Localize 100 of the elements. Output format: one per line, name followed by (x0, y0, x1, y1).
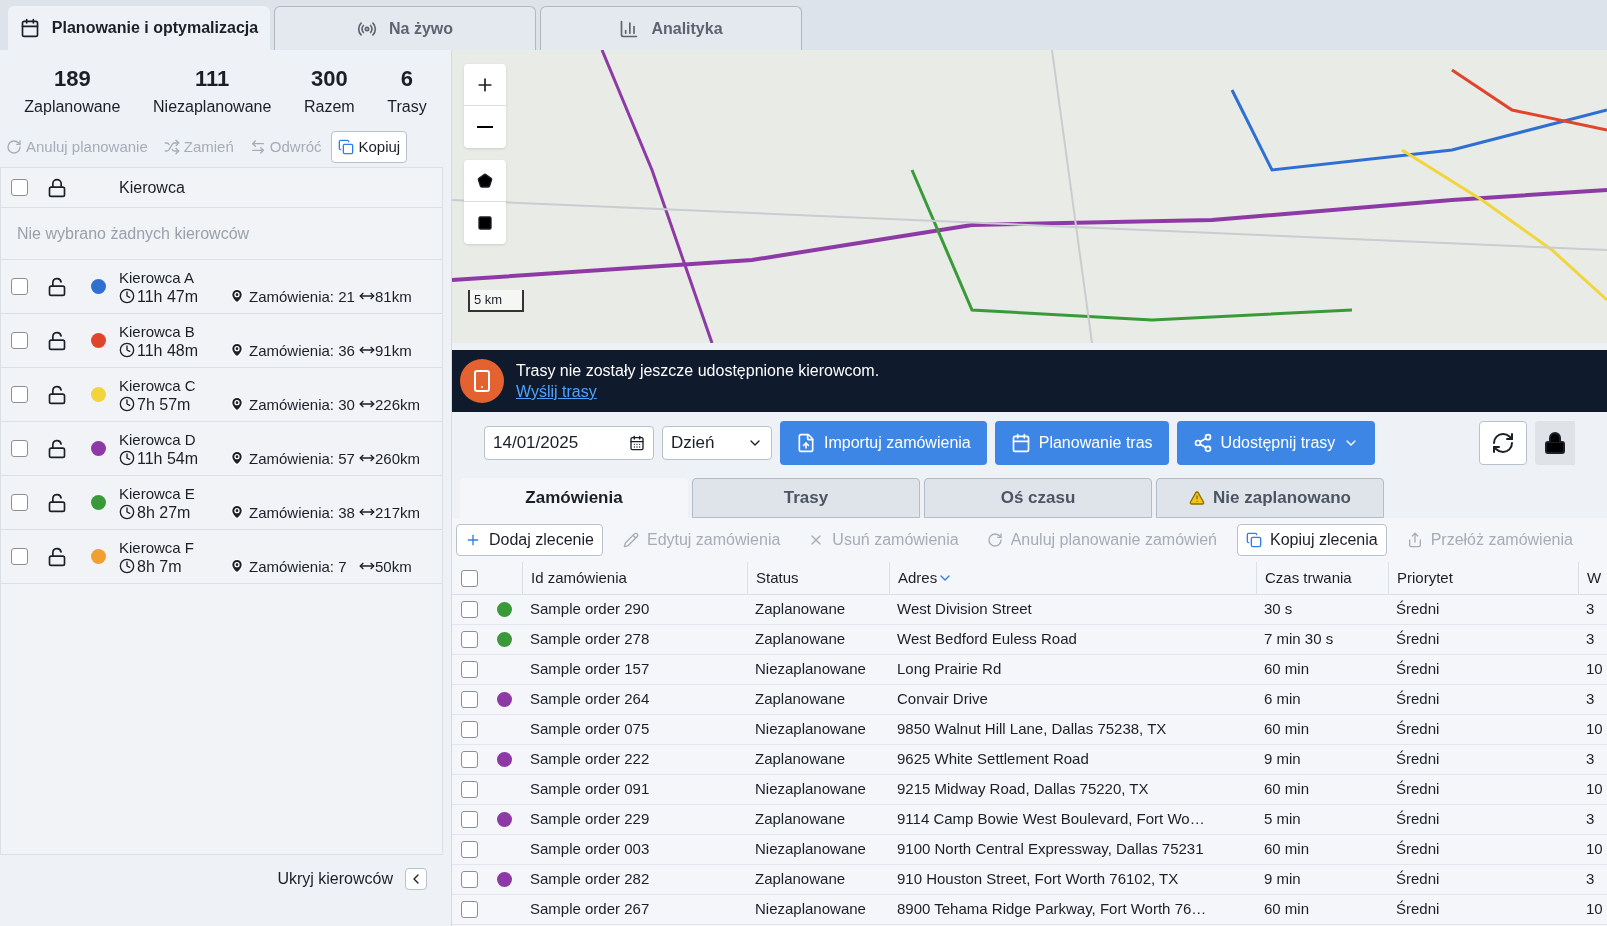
date-field[interactable]: 14/01/2025 (484, 426, 654, 460)
checkbox[interactable] (10, 494, 28, 511)
checkbox[interactable] (460, 601, 478, 618)
refresh-button[interactable] (1479, 421, 1527, 465)
calendar-icon (19, 18, 40, 38)
checkbox[interactable] (10, 386, 28, 403)
unlock-icon[interactable] (47, 546, 67, 567)
top-tab[interactable]: Planowanie i optymalizacja (8, 6, 270, 50)
checkbox[interactable] (10, 179, 28, 196)
table-cell-text: 60 min (1264, 899, 1310, 920)
unlock-icon[interactable] (47, 276, 67, 297)
route-distance: 81km (375, 286, 412, 306)
table-cell-text: 9 min (1264, 749, 1301, 770)
table-cell-text: 9215 Midway Road, Dallas 75220, TX (897, 779, 1149, 800)
unlock-icon[interactable] (47, 330, 67, 351)
unlock-icon[interactable] (47, 438, 67, 459)
minus-icon (477, 126, 493, 128)
stat-label: Trasy (387, 97, 427, 117)
period-select[interactable]: Dzień (662, 426, 772, 460)
table-cell-text: 3 (1586, 689, 1595, 710)
checkbox[interactable] (460, 569, 478, 587)
table-cell-text: 9100 North Central Expressway, Dallas 75231 (897, 839, 1204, 860)
checkbox[interactable] (460, 631, 478, 648)
unlock-icon[interactable] (47, 492, 67, 513)
table-cell-text: West Division Street (897, 599, 1032, 620)
upload-file-icon (796, 433, 816, 453)
top-tab[interactable]: Analityka (540, 6, 802, 50)
checkbox[interactable] (460, 871, 478, 888)
route-time: 11h 47m (137, 286, 200, 306)
checkbox[interactable] (460, 721, 478, 738)
order-action-button[interactable]: Kopiuj zlecenia (1237, 524, 1387, 556)
order-count: Zamówienia: 57 (249, 448, 356, 468)
table-cell-text: 3 (1586, 629, 1595, 650)
send-routes-link[interactable]: Wyślij trasy (516, 381, 597, 402)
lock-button[interactable] (1535, 421, 1575, 465)
view-tab[interactable]: Trasy (692, 478, 920, 518)
checkbox[interactable] (10, 332, 28, 349)
stat-label: Niezaplanowane (153, 97, 272, 117)
column-header[interactable]: Priorytet (1388, 562, 1578, 595)
driver-name: Kierowca C (119, 375, 197, 395)
checkbox[interactable] (460, 901, 478, 918)
column-header[interactable]: Status (747, 562, 889, 595)
route-distance: 91km (375, 340, 412, 360)
table-cell-text: Sample order 267 (530, 899, 650, 920)
route-time: 8h 27m (137, 502, 192, 522)
checkbox[interactable] (460, 751, 478, 768)
checkbox[interactable] (10, 278, 28, 295)
order-count: Zamówienia: 36 (249, 340, 356, 360)
route-time: 11h 54m (137, 448, 200, 468)
view-tab[interactable]: Oś czasu (924, 478, 1152, 518)
checkbox[interactable] (460, 841, 478, 858)
toolbar-button[interactable]: Udostępnij trasy (1176, 421, 1376, 465)
toolbar-button[interactable]: Importuj zamówienia (780, 421, 987, 465)
checkbox[interactable] (460, 811, 478, 828)
order-count: Zamówienia: 21 (249, 286, 356, 306)
checkbox[interactable] (460, 661, 478, 678)
collapse-button[interactable] (405, 868, 427, 890)
view-tab[interactable]: Zamówienia (460, 478, 688, 518)
table-cell-text: Średni (1396, 659, 1440, 680)
driver-name: Kierowca A (119, 267, 196, 287)
column-header[interactable]: Czas trwania (1256, 562, 1388, 595)
bar-chart-icon (619, 18, 640, 39)
table-cell-text: Long Prairie Rd (897, 659, 1002, 680)
checkbox[interactable] (10, 440, 28, 457)
column-header[interactable]: W (1578, 562, 1607, 595)
table-cell-text: 60 min (1264, 779, 1310, 800)
table-cell-text: 10 (1586, 659, 1603, 680)
table-cell-text: 9850 Walnut Hill Lane, Dallas 75238, TX (897, 719, 1167, 740)
column-header[interactable]: Id zamówienia (522, 562, 747, 595)
table-cell-text: Zaplanowane (755, 749, 846, 770)
order-count: Zamówienia: 30 (249, 394, 356, 414)
table-cell-text: 6 min (1264, 689, 1301, 710)
table-cell-text: 9114 Camp Bowie West Boulevard, Fort Wo… (897, 809, 1205, 830)
pencil-icon (622, 532, 639, 548)
stat-value: 300 (310, 65, 348, 93)
clock-icon (119, 288, 135, 304)
unlock-icon[interactable] (47, 384, 67, 405)
action-button[interactable]: Kopiuj (331, 131, 408, 163)
share-icon (1192, 433, 1213, 453)
column-header[interactable]: Adres (889, 562, 1256, 595)
view-tab[interactable]: Nie zaplanowano (1156, 478, 1384, 518)
driver-name: Kierowca F (119, 537, 196, 557)
top-tab[interactable]: Na żywo (274, 6, 536, 50)
table-cell-text: Zaplanowane (755, 629, 846, 650)
circular-arrow-icon (986, 532, 1003, 548)
table-cell-text: 910 Houston Street, Fort Worth 76102, TX (897, 869, 1179, 890)
table-cell-text: 3 (1586, 869, 1595, 890)
route-distance: 217km (375, 502, 421, 522)
map[interactable]: 5 km (452, 50, 1607, 343)
checkbox[interactable] (10, 548, 28, 565)
order-action-button[interactable]: Dodaj zlecenie (456, 524, 603, 556)
pin-icon (229, 342, 245, 358)
calendar-icon (1010, 433, 1031, 453)
pentagon-icon (477, 172, 493, 189)
checkbox[interactable] (460, 781, 478, 798)
table-cell-text: Średni (1396, 839, 1440, 860)
lock-icon[interactable] (47, 177, 67, 198)
checkbox[interactable] (460, 691, 478, 708)
toolbar-button[interactable]: Planowanie tras (994, 421, 1169, 465)
table-cell-text: Niezaplanowane (755, 719, 866, 740)
